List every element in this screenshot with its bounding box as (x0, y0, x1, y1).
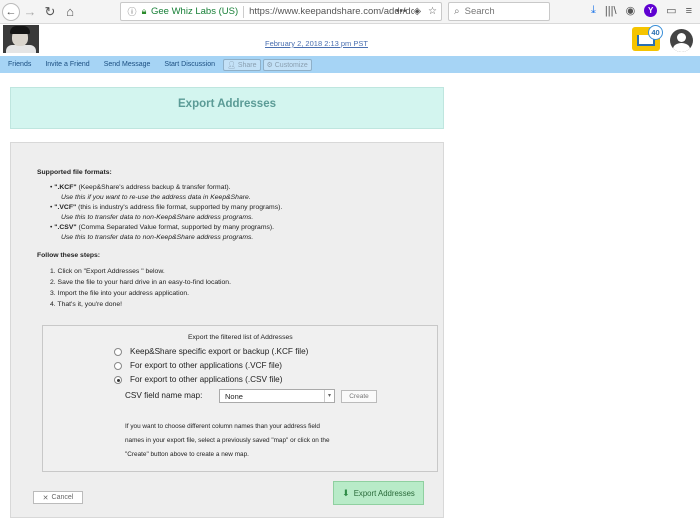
home-icon[interactable]: ⌂ (60, 2, 80, 22)
sidebar-icon[interactable]: ▭ (666, 4, 676, 17)
nav-start-discussion[interactable]: Start Discussion (164, 61, 215, 68)
download-icon[interactable]: ⤓ (591, 4, 596, 17)
download-icon: ⬇ (342, 487, 350, 498)
nav-invite-friend[interactable]: Invite a Friend (45, 61, 89, 68)
export-addresses-button[interactable]: ⬇ Export Addresses (333, 481, 424, 505)
format-kcf: • ".KCF" (Keep&Share's address backup & … (50, 184, 231, 191)
format-kcf-note: Use this if you want to re-use the addre… (61, 194, 251, 201)
forward-icon[interactable]: → (20, 2, 40, 22)
help-line-3: "Create" button above to create a new ma… (125, 451, 249, 458)
customize-label: Customize (274, 61, 308, 69)
cancel-label: Cancel (51, 494, 74, 501)
search-icon: ⌕ (454, 6, 460, 17)
format-vcf-note: Use this to transfer data to non-Keep&Sh… (61, 214, 254, 221)
pocket-icon[interactable]: ◈ (413, 6, 421, 17)
info-icon[interactable]: ⓘ (125, 5, 139, 18)
export-options-heading: Export the filtered list of Addresses (188, 334, 293, 341)
csv-option-label[interactable]: For export to other applications (.CSV f… (130, 375, 282, 384)
share-label: Share (237, 61, 257, 69)
vcf-option-label[interactable]: For export to other applications (.VCF f… (130, 361, 282, 370)
gear-icon: ⚙ (266, 61, 273, 69)
help-line-2: names in your export file, select a prev… (125, 437, 330, 444)
chevron-down-icon: ▾ (324, 390, 334, 402)
cancel-button[interactable]: ✕ Cancel (33, 491, 83, 504)
step-3: 3. Import the file into your address app… (50, 290, 190, 297)
page-actions-icon[interactable]: ••• (396, 6, 407, 17)
site-navbar: Friends Invite a Friend Send Message Sta… (0, 56, 700, 73)
step-1: 1. Click on "Export Addresses " below. (50, 268, 165, 275)
back-icon[interactable]: ← (2, 2, 20, 21)
inbox-count-badge: 40 (648, 25, 663, 40)
share-button[interactable]: 👤︎ Share (222, 58, 261, 71)
user-account-icon[interactable] (670, 29, 693, 52)
bookmark-star-icon[interactable]: ☆ (428, 6, 437, 17)
kcf-radio[interactable] (114, 348, 122, 356)
current-datetime[interactable]: February 2, 2018 2:13 pm PST (265, 39, 368, 48)
export-panel: Supported file formats: • ".KCF" (Keep&S… (10, 142, 444, 518)
url-bar[interactable]: ⓘ 🔒︎ Gee Whiz Labs (US) https://www.keep… (120, 2, 442, 21)
csv-radio[interactable] (114, 376, 122, 384)
csv-map-label: CSV field name map: (125, 391, 203, 400)
browser-toolbar: ← → ↻ ⌂ ⓘ 🔒︎ Gee Whiz Labs (US) https://… (0, 0, 700, 24)
export-options-box: Export the filtered list of Addresses Ke… (42, 325, 438, 472)
create-map-button[interactable]: Create (341, 390, 377, 403)
help-line-1: If you want to choose different column n… (125, 423, 320, 430)
avatar[interactable] (3, 25, 39, 53)
vcf-radio[interactable] (114, 362, 122, 370)
step-2: 2. Save the file to your hard drive in a… (50, 279, 231, 286)
format-csv: • ".CSV" (Comma Separated Value format, … (50, 224, 275, 231)
site-header: February 2, 2018 2:13 pm PST 40 (0, 24, 700, 56)
reload-icon[interactable]: ↻ (40, 2, 60, 22)
page-title-box: Export Addresses (10, 87, 444, 129)
url-text[interactable]: https://www.keepandshare.com/addr/do (249, 6, 414, 17)
step-4: 4. That's it, you're done! (50, 301, 122, 308)
share-icon: 👤︎ (226, 61, 236, 69)
inbox-icon[interactable]: 40 (632, 25, 663, 51)
csv-map-value: None (225, 392, 243, 401)
export-addresses-label: Export Addresses (353, 488, 415, 498)
url-separator (243, 5, 245, 18)
library-icon[interactable]: |||\ (605, 5, 617, 17)
search-placeholder: Search (464, 6, 495, 17)
search-input[interactable]: ⌕ Search (448, 2, 550, 21)
csv-map-select[interactable]: None ▾ (219, 389, 335, 403)
page-title: Export Addresses (178, 98, 276, 110)
format-csv-note: Use this to transfer data to non-Keep&Sh… (61, 234, 254, 241)
nav-send-message[interactable]: Send Message (104, 61, 151, 68)
nav-friends[interactable]: Friends (8, 61, 31, 68)
kcf-option-label[interactable]: Keep&Share specific export or backup (.K… (130, 347, 308, 356)
close-icon: ✕ (42, 494, 49, 502)
steps-heading: Follow these steps: (37, 252, 101, 259)
secure-site-label[interactable]: Gee Whiz Labs (US) (151, 6, 238, 17)
menu-icon[interactable]: ≡ (686, 5, 692, 17)
formats-heading: Supported file formats: (37, 169, 112, 176)
extension-icon[interactable]: ◉ (626, 4, 636, 17)
yahoo-icon[interactable]: Y (644, 4, 658, 17)
lock-icon: 🔒︎ (141, 6, 147, 16)
format-vcf: • ".VCF" (this is industry's address fil… (50, 204, 283, 211)
customize-button[interactable]: ⚙ Customize (262, 58, 312, 71)
